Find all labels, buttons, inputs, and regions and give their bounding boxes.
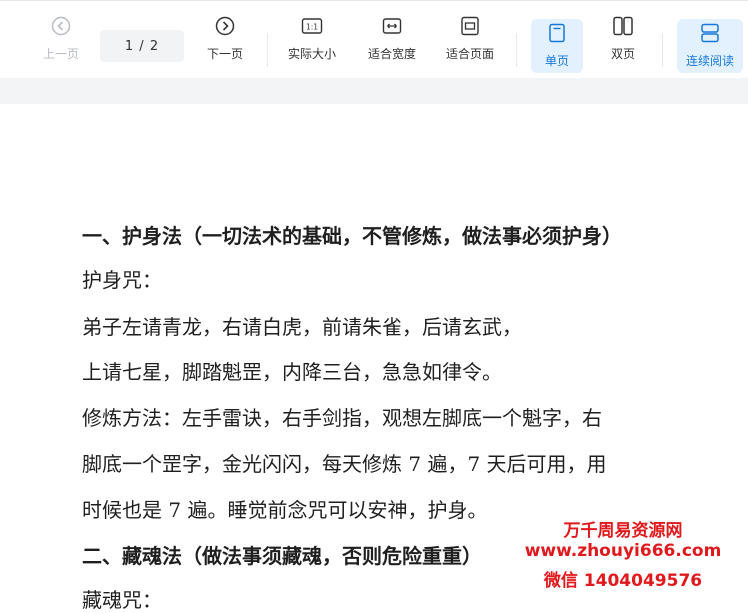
actual-size-button[interactable]: 1:1 实际大小: [282, 15, 342, 73]
double-page-icon: [612, 15, 634, 37]
page-number-input[interactable]: 1 / 2: [100, 30, 184, 62]
continuous-reading-button[interactable]: 连续阅读: [677, 19, 743, 73]
section-heading: 一、护身法（一切法术的基础，不管修炼，做法事必须护身）: [82, 224, 622, 248]
toolbar-divider: [662, 33, 663, 67]
fit-width-icon: [381, 15, 403, 37]
watermark-line: www.zhouyi666.com: [524, 541, 722, 561]
single-page-button[interactable]: 单页: [531, 19, 583, 73]
text-line: 护身咒：: [82, 268, 162, 292]
document-page: 一、护身法（一切法术的基础，不管修炼，做法事必须护身） 护身咒： 弟子左请青龙，…: [0, 104, 748, 612]
text-line: 藏魂咒：: [82, 588, 162, 612]
continuous-scroll-icon: [699, 22, 721, 44]
toolbar-divider: [516, 33, 517, 67]
fit-width-button[interactable]: 适合宽度: [362, 15, 422, 73]
section-heading: 二、藏魂法（做法事须藏魂，否则危险重重）: [82, 544, 482, 568]
watermark-line: 万千周易资源网: [563, 521, 683, 541]
page-gap: [0, 78, 748, 104]
actual-size-label: 实际大小: [287, 47, 336, 61]
text-line: 上请七星，脚踏魁罡，内降三台，急急如律令。: [82, 360, 502, 384]
prev-page-button[interactable]: 上一页: [38, 15, 84, 73]
fit-page-icon: [459, 15, 481, 37]
next-page-button[interactable]: 下一页: [202, 15, 248, 73]
single-page-label: 单页: [544, 54, 569, 68]
continuous-reading-label: 连续阅读: [685, 54, 734, 68]
text-line: 弟子左请青龙，右请白虎，前请朱雀，后请玄武，: [82, 315, 522, 339]
chevron-right-icon: [214, 15, 236, 37]
svg-text:1:1: 1:1: [306, 23, 318, 32]
watermark-line: 微信 1404049576: [543, 571, 703, 591]
text-line: 修炼方法：左手雷诀，右手剑指，观想左脚底一个魁字，右: [82, 406, 602, 430]
fit-width-label: 适合宽度: [367, 47, 416, 61]
fit-page-label: 适合页面: [445, 47, 494, 61]
double-page-label: 双页: [610, 47, 635, 61]
single-page-icon: [546, 22, 568, 44]
fit-page-button[interactable]: 适合页面: [440, 15, 500, 73]
next-page-label: 下一页: [206, 47, 243, 61]
prev-page-label: 上一页: [42, 47, 79, 61]
toolbar-divider: [267, 33, 268, 67]
actual-size-icon: 1:1: [301, 15, 323, 37]
double-page-button[interactable]: 双页: [598, 15, 648, 73]
pdf-toolbar: 上一页 1 / 2 下一页 1:1 实际大小 适合宽度 适合页面 单页 双页 连…: [0, 0, 748, 78]
chevron-left-icon: [50, 15, 72, 37]
text-line: 时候也是 7 遍。睡觉前念咒可以安神，护身。: [82, 498, 488, 522]
text-line: 脚底一个罡字，金光闪闪，每天修炼 7 遍，7 天后可用，用: [82, 452, 607, 476]
